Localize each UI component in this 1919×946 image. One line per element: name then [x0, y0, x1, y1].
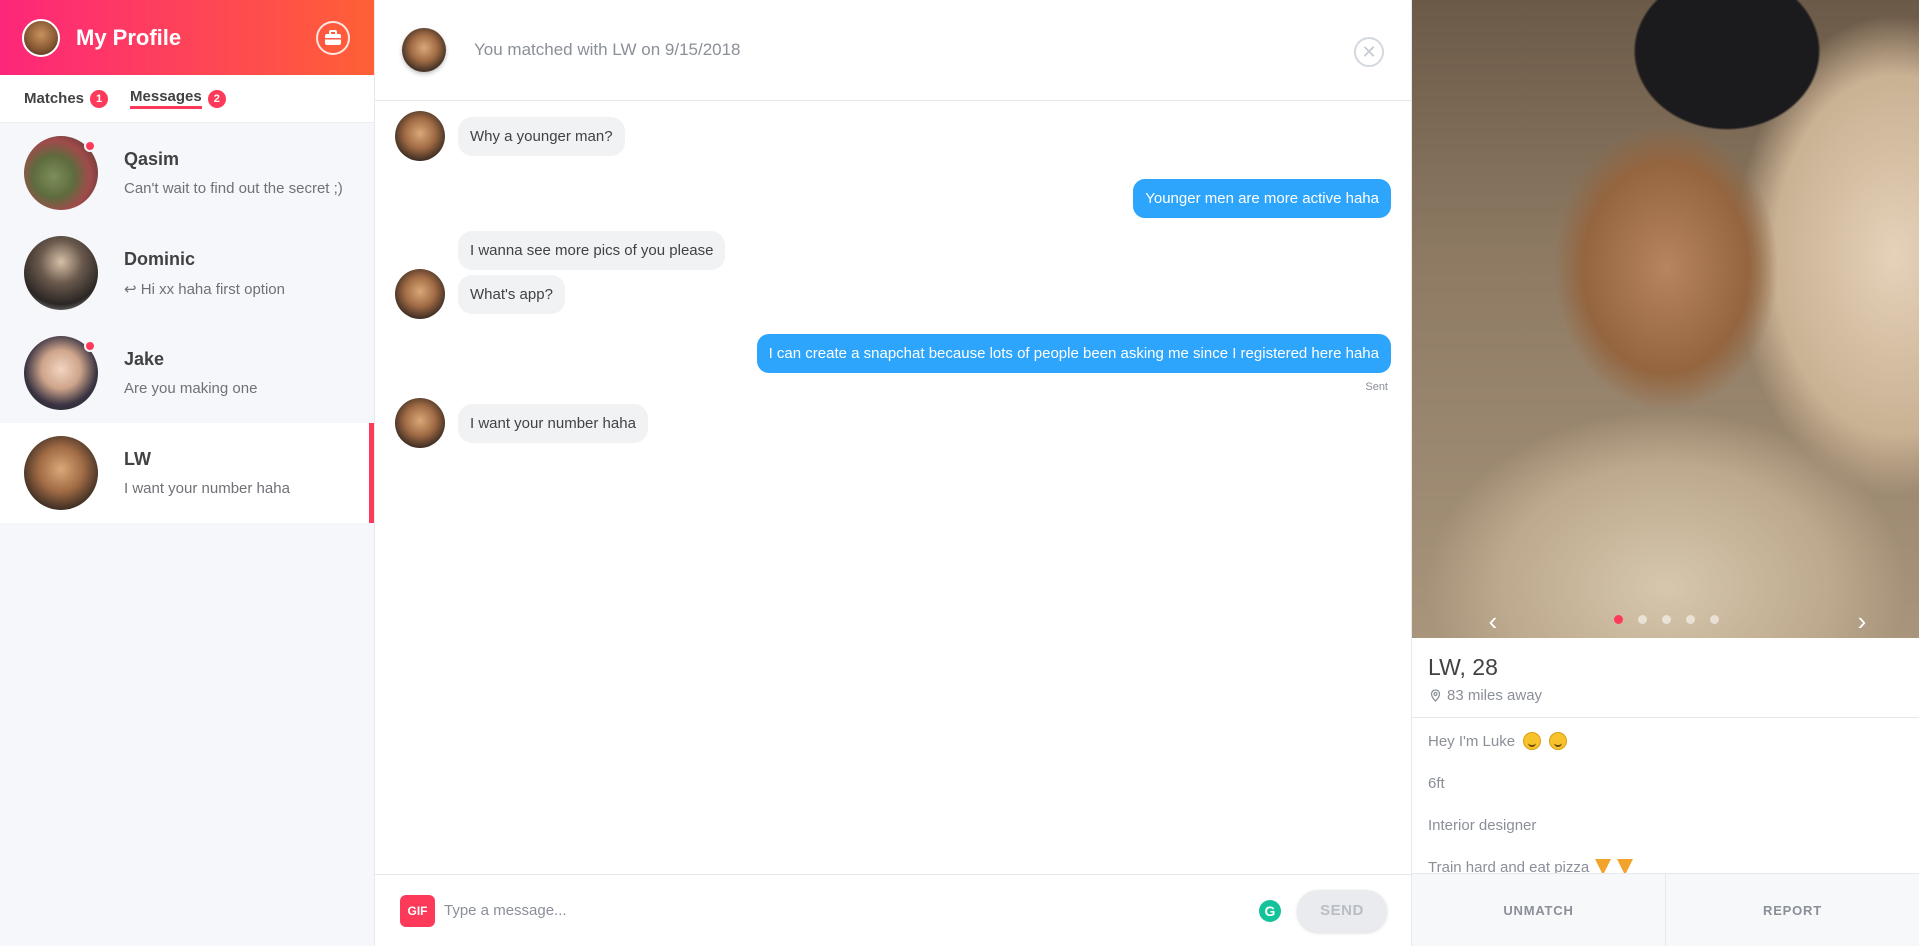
message-row: I wanna see more pics of you please — [375, 229, 1411, 271]
pizza-emoji-icon — [1595, 859, 1612, 873]
match-avatar[interactable] — [402, 28, 446, 72]
bio-text: Interior designer — [1428, 816, 1537, 834]
location-pin-icon — [1430, 689, 1441, 702]
incoming-message: I want your number haha — [458, 403, 648, 443]
message-composer: GIF G SEND — [375, 874, 1411, 946]
pizza-emoji-icon — [1617, 859, 1634, 873]
chevron-left-icon: ‹ — [1488, 605, 1498, 636]
message-row: I want your number haha — [375, 398, 1411, 448]
close-chat-button[interactable]: ✕ — [1354, 37, 1384, 67]
profile-distance: 83 miles away — [1430, 687, 1542, 704]
outgoing-message: Younger men are more active haha — [1133, 178, 1391, 218]
conversation-list: Qasim Can't wait to find out the secret … — [0, 123, 374, 523]
conversation-item-qasim[interactable]: Qasim Can't wait to find out the secret … — [0, 123, 374, 223]
profile-name-age: LW, 28 — [1428, 654, 1498, 680]
close-icon: ✕ — [1361, 41, 1377, 62]
outgoing-message: I can create a snapchat because lots of … — [756, 333, 1391, 373]
tab-messages[interactable]: Messages 2 — [130, 88, 226, 109]
unread-indicator — [84, 140, 96, 152]
photo-dot[interactable] — [1662, 615, 1671, 624]
bio-line: Hey I'm Luke — [1428, 720, 1903, 762]
chat-header: You matched with LW on 9/15/2018 ✕ — [375, 0, 1411, 101]
avatar — [24, 136, 98, 210]
smile-emoji-icon — [1523, 732, 1542, 750]
conversation-preview: I want your number haha — [124, 480, 290, 497]
my-profile-avatar[interactable] — [22, 18, 60, 57]
profile-panel: ‹ › LW, 28 83 miles away Hey I'm Luke 6f… — [1411, 0, 1919, 946]
profile-bio: Hey I'm Luke 6ft Interior designer Train… — [1428, 720, 1903, 873]
divider — [1412, 717, 1919, 718]
photo-dot[interactable] — [1686, 615, 1695, 624]
bio-text: Train hard and eat pizza — [1428, 858, 1590, 874]
unread-indicator — [84, 340, 96, 352]
bio-line: Interior designer — [1428, 804, 1903, 846]
avatar — [24, 336, 98, 410]
conversation-name: Dominic — [124, 248, 196, 269]
conversation-preview: Can't wait to find out the secret ;) — [124, 180, 343, 197]
incoming-message: Why a younger man? — [458, 116, 625, 156]
message-row: I can create a snapchat because lots of … — [375, 332, 1411, 374]
message-list: Why a younger man? Younger men are more … — [375, 101, 1411, 874]
sender-avatar — [395, 398, 445, 448]
incoming-message: I wanna see more pics of you please — [458, 230, 726, 270]
report-button[interactable]: REPORT — [1665, 874, 1919, 946]
photo-dot[interactable] — [1638, 615, 1647, 624]
conversation-item-dominic[interactable]: Dominic ↩ Hi xx haha first option — [0, 223, 374, 323]
photo-dot[interactable] — [1710, 615, 1719, 624]
unmatch-button[interactable]: UNMATCH — [1412, 874, 1665, 946]
work-mode-button[interactable] — [316, 21, 350, 55]
avatar — [24, 236, 98, 310]
matches-count-badge: 1 — [90, 89, 109, 108]
tab-messages-label: Messages — [130, 88, 202, 109]
profile-photo[interactable] — [1412, 0, 1919, 638]
bio-text: 6ft — [1428, 774, 1445, 792]
briefcase-icon — [325, 30, 341, 45]
bio-text: Hey I'm Luke — [1428, 732, 1516, 750]
distance-text: 83 miles away — [1447, 687, 1543, 704]
my-profile-title[interactable]: My Profile — [76, 25, 181, 51]
sidebar: My Profile Matches 1 Messages 2 Qasim Ca — [0, 0, 375, 946]
conversation-preview: ↩ Hi xx haha first option — [124, 280, 285, 298]
tab-matches-label: Matches — [24, 90, 85, 107]
sender-avatar — [395, 269, 445, 319]
message-row: Younger men are more active haha — [375, 177, 1411, 219]
conversation-preview: Are you making one — [124, 380, 258, 397]
conversation-item-lw[interactable]: LW I want your number haha — [0, 423, 374, 523]
message-row: Why a younger man? — [375, 111, 1411, 161]
match-info: You matched with LW on 9/15/2018 — [474, 40, 741, 59]
grammarly-icon[interactable]: G — [1259, 899, 1281, 922]
bio-line: Train hard and eat pizza — [1428, 846, 1903, 873]
profile-header: My Profile — [0, 0, 374, 75]
photo-pagination — [1614, 615, 1719, 624]
sidebar-tabs: Matches 1 Messages 2 — [0, 75, 374, 123]
conversation-item-jake[interactable]: Jake Are you making one — [0, 323, 374, 423]
message-row: What's app? — [375, 269, 1411, 319]
chat-panel: You matched with LW on 9/15/2018 ✕ Why a… — [375, 0, 1411, 946]
tab-matches[interactable]: Matches 1 — [24, 89, 109, 108]
profile-actions: UNMATCH REPORT — [1412, 873, 1919, 946]
conversation-name: Jake — [124, 349, 165, 369]
next-photo-button[interactable]: › — [1847, 606, 1877, 636]
chevron-right-icon: › — [1857, 605, 1867, 636]
sender-avatar — [395, 111, 445, 161]
previous-photo-button[interactable]: ‹ — [1478, 606, 1508, 636]
incoming-message: What's app? — [458, 274, 565, 314]
gif-button[interactable]: GIF — [400, 894, 435, 927]
conversation-name: Qasim — [124, 149, 180, 169]
smile-emoji-icon — [1549, 732, 1568, 750]
photo-dot[interactable] — [1614, 615, 1623, 624]
message-input[interactable] — [444, 902, 1244, 919]
avatar — [24, 436, 98, 510]
bio-line: 6ft — [1428, 762, 1903, 804]
messages-count-badge: 2 — [207, 89, 226, 108]
sent-status: Sent — [1365, 381, 1388, 393]
conversation-name: LW — [124, 449, 151, 469]
send-button[interactable]: SEND — [1297, 889, 1387, 932]
